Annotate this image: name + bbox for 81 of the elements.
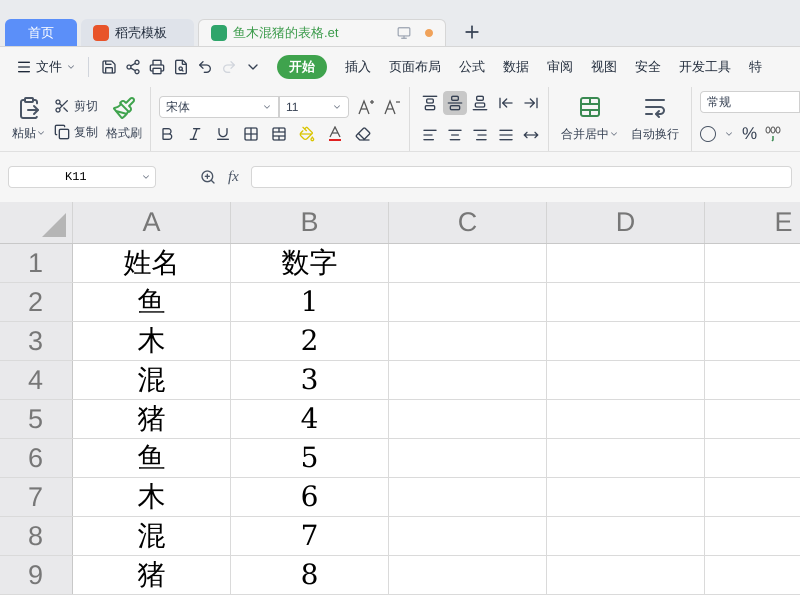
row-header[interactable]: 5	[0, 400, 73, 438]
cut-button[interactable]: 剪切	[54, 97, 98, 115]
table-cell: 1	[231, 283, 389, 321]
table-cell: 鱼	[73, 283, 231, 321]
table-cell: 猪	[73, 556, 231, 594]
row-header[interactable]: 7	[0, 478, 73, 516]
eraser-icon[interactable]	[355, 126, 371, 142]
table-cell: 5	[231, 439, 389, 477]
row-header[interactable]: 8	[0, 517, 73, 555]
menu-tab[interactable]: 页面布局	[389, 57, 441, 77]
merge-center-button[interactable]: 合并居中	[561, 95, 619, 143]
fill-color-icon[interactable]	[299, 126, 315, 142]
wrap-text-button[interactable]: 自动换行	[631, 95, 679, 143]
align-middle-icon[interactable]	[443, 91, 468, 115]
percent-button[interactable]: %	[742, 121, 758, 147]
table-cell: 混	[73, 517, 231, 555]
thousands-separator-icon[interactable]	[765, 126, 782, 142]
table-cell: 8	[231, 556, 389, 594]
share-icon[interactable]	[125, 59, 141, 75]
menu-tab[interactable]: 开发工具	[679, 57, 731, 77]
copy-button[interactable]: 复制	[54, 123, 98, 141]
table-cell: 3	[231, 361, 389, 399]
save-icon[interactable]	[101, 59, 117, 75]
borders-icon[interactable]	[243, 126, 259, 142]
table-cell: 木	[73, 322, 231, 360]
font-color-icon[interactable]	[327, 126, 343, 142]
row-header[interactable]: 1	[0, 244, 73, 282]
tab[interactable]: 稻壳模板	[81, 19, 194, 46]
cell-style-icon[interactable]	[271, 126, 287, 142]
paste-icon	[17, 96, 41, 120]
column-header[interactable]: E	[705, 202, 800, 243]
scissors-icon	[54, 98, 70, 114]
paintbrush-icon	[112, 96, 136, 120]
sheet-logo-icon	[211, 25, 227, 41]
increase-font-icon[interactable]	[357, 98, 375, 116]
table-cell: 6	[231, 478, 389, 516]
decrease-font-icon[interactable]	[383, 98, 401, 116]
row-header[interactable]: 9	[0, 556, 73, 594]
font-size-field[interactable]: 11	[279, 96, 349, 118]
print-icon[interactable]	[149, 59, 165, 75]
table-cell: 7	[231, 517, 389, 555]
undo-icon[interactable]	[197, 59, 213, 75]
column-header[interactable]: B	[231, 202, 389, 243]
menu-tab[interactable]: 插入	[345, 57, 371, 77]
formula-field[interactable]	[250, 166, 792, 188]
number-format-field[interactable]: 常规	[700, 91, 800, 114]
table-cell: 木	[73, 478, 231, 516]
row-header[interactable]: 3	[0, 322, 73, 360]
table-cell: 混	[73, 361, 231, 399]
table-cell: 2	[231, 322, 389, 360]
table-cell: 4	[231, 400, 389, 438]
menu-tab[interactable]: 视图	[591, 57, 617, 77]
table-cell: 鱼	[73, 439, 231, 477]
format-painter-button[interactable]: 格式刷	[106, 96, 142, 142]
zoom-icon[interactable]	[200, 169, 216, 185]
underline-icon[interactable]	[215, 126, 231, 142]
row-header[interactable]: 2	[0, 283, 73, 321]
table-cell: 数字	[231, 244, 389, 282]
menu-tab[interactable]: 安全	[635, 57, 661, 77]
table-cell: 猪	[73, 400, 231, 438]
monitor-icon	[397, 26, 411, 40]
table-cell: 姓名	[73, 244, 231, 282]
copy-icon	[54, 124, 70, 140]
menu-tab[interactable]: 审阅	[547, 57, 573, 77]
row-header[interactable]: 4	[0, 361, 73, 399]
column-header[interactable]: A	[73, 202, 231, 243]
column-header[interactable]: D	[547, 202, 705, 243]
font-field[interactable]: 宋体	[159, 96, 279, 118]
italic-icon[interactable]	[187, 126, 203, 142]
menu-icon	[16, 59, 32, 75]
paste-button[interactable]: 粘贴	[12, 96, 46, 142]
menu-tab[interactable]: 特	[749, 57, 762, 77]
function-label[interactable]: fx	[228, 166, 239, 188]
name-box[interactable]: K11	[8, 166, 156, 188]
row-header[interactable]: 6	[0, 439, 73, 477]
column-header[interactable]: C	[389, 202, 547, 243]
menu-tab[interactable]: 数据	[503, 57, 529, 77]
print-preview-icon[interactable]	[173, 59, 189, 75]
menu-tab[interactable]: 公式	[459, 57, 485, 77]
file-menu[interactable]: 文件	[16, 57, 76, 77]
merge-cells-icon	[578, 95, 602, 119]
